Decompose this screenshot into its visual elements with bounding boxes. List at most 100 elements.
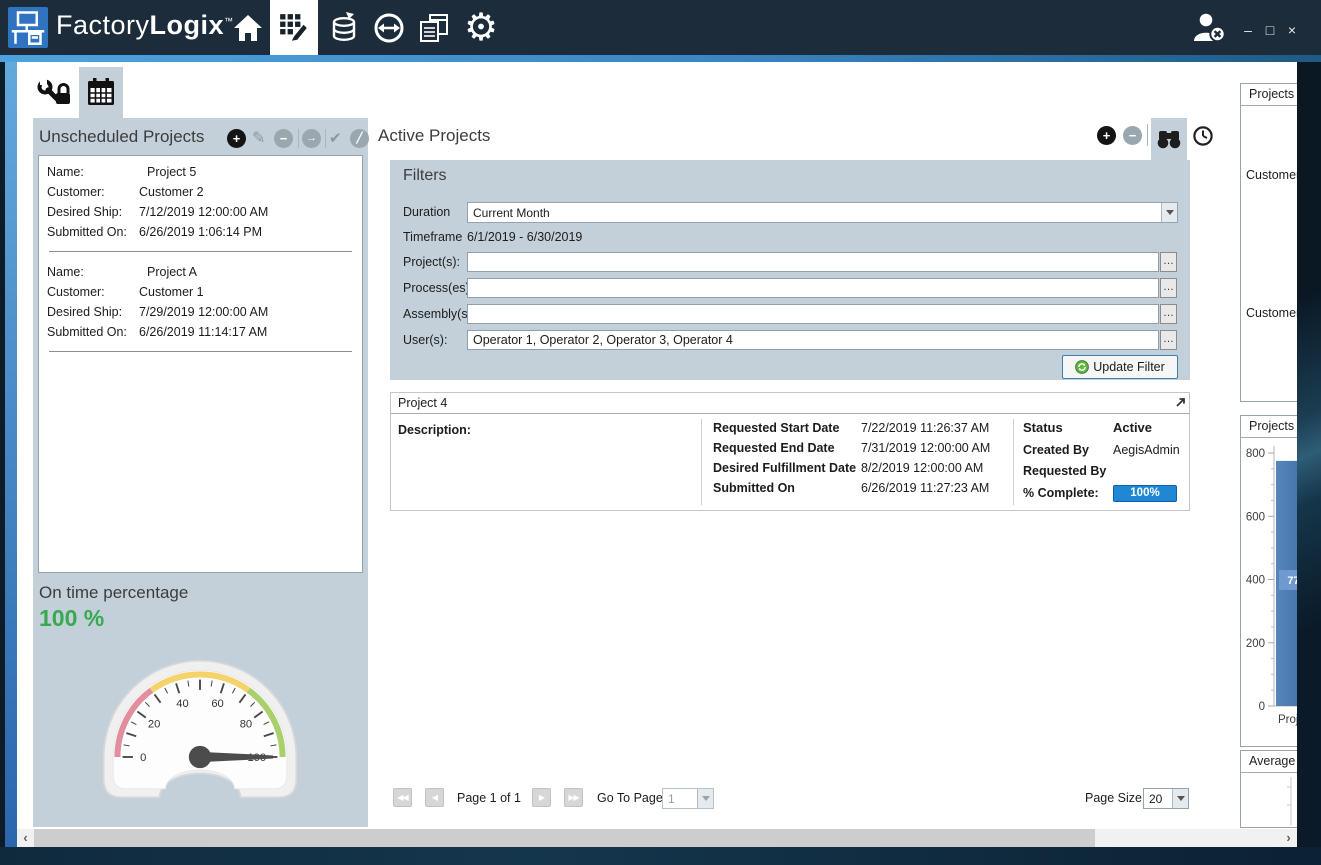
history-button[interactable] <box>1192 125 1214 147</box>
ellipsis-icon: … <box>1163 307 1174 319</box>
unscheduled-projects-title: Unscheduled Projects <box>39 127 204 147</box>
previous-page-button[interactable]: ◀ <box>425 788 444 807</box>
database-icon <box>328 11 360 45</box>
planning-grid-pencil-icon <box>278 12 310 44</box>
users-filter-label: User(s): <box>403 333 447 347</box>
users-filter-input[interactable]: Operator 1, Operator 2, Operator 3, Oper… <box>467 330 1159 350</box>
arrow-right-icon: → <box>306 133 317 144</box>
ontime-title: On time percentage <box>39 583 188 603</box>
project-list-item[interactable]: Name:Project 5 Customer:Customer 2 Desir… <box>39 156 362 256</box>
expand-button[interactable] <box>1174 396 1187 412</box>
projects-filter-input[interactable] <box>467 252 1159 272</box>
binoculars-icon <box>1156 129 1182 149</box>
nav-documents-button[interactable] <box>412 0 456 55</box>
ontime-gauge-svg: 020406080100 <box>71 628 329 828</box>
status-badge: Active <box>1113 420 1152 435</box>
close-button[interactable]: × <box>1284 22 1300 38</box>
page-size-label: Page Size <box>1085 791 1142 805</box>
scroll-left-button[interactable]: ‹ <box>17 829 34 847</box>
title-bar: FactoryLogix™ <box>0 0 1321 55</box>
nav-npi-button[interactable] <box>368 0 410 55</box>
add-project-button[interactable]: + <box>227 129 246 148</box>
ellipsis-icon: … <box>1163 333 1174 345</box>
users-browse-button[interactable]: … <box>1160 330 1177 350</box>
requested-by-label: Requested By <box>1023 464 1113 478</box>
assemblies-browse-button[interactable]: … <box>1160 304 1177 324</box>
add-active-project-button[interactable]: + <box>1097 126 1116 145</box>
wrench-lock-icon <box>37 78 71 112</box>
field-label: Desired Fulfillment Date <box>713 461 861 475</box>
dropdown-button[interactable] <box>697 789 713 808</box>
project-submitted-on: 6/26/2019 1:06:14 PM <box>139 225 262 239</box>
projects-browse-button[interactable]: … <box>1160 252 1177 272</box>
accept-project-button[interactable]: ✔ <box>329 131 342 146</box>
nav-home-button[interactable] <box>228 0 268 55</box>
field-row: Submitted On6/26/2019 11:27:23 AM <box>713 481 989 495</box>
divider <box>49 351 352 352</box>
project-name: Project 5 <box>139 165 196 179</box>
nav-settings-button[interactable]: ⚙ <box>458 0 504 55</box>
ellipsis-icon: … <box>1163 255 1174 267</box>
goto-page-select[interactable]: 1 <box>662 788 714 809</box>
clock-icon <box>1192 125 1214 147</box>
legend-item: Customer 1 <box>1246 306 1297 320</box>
field-label: Submitted On: <box>47 325 139 339</box>
update-filter-button[interactable]: Update Filter <box>1062 355 1178 379</box>
scroll-right-button[interactable]: › <box>1280 829 1297 847</box>
dropdown-button[interactable] <box>1161 203 1177 222</box>
processes-filter-input[interactable] <box>467 278 1159 298</box>
expand-icon <box>1174 396 1187 409</box>
svg-text:Proj: Proj <box>1278 714 1297 726</box>
filters-title: Filters <box>403 167 447 185</box>
created-by-row: Created ByAegisAdmin <box>1023 443 1180 457</box>
goto-page-label: Go To Page <box>597 791 663 805</box>
legend-item: Customer 2 <box>1246 168 1297 182</box>
project-card-title: Project 4 <box>398 396 447 410</box>
remaining-chart-svg: 020040060080077Proj <box>1241 438 1297 746</box>
active-projects-title: Active Projects <box>378 126 490 146</box>
tab-scheduling[interactable] <box>79 67 123 118</box>
find-tab-button[interactable] <box>1151 118 1187 160</box>
home-icon <box>232 13 264 43</box>
next-page-button[interactable]: ▶ <box>532 788 551 807</box>
average-time-title: Average T <box>1241 751 1297 773</box>
processes-browse-button[interactable]: … <box>1160 278 1177 298</box>
created-by-value: AegisAdmin <box>1113 443 1180 457</box>
duration-select[interactable]: Current Month <box>467 202 1178 223</box>
project-name: Project A <box>139 265 197 279</box>
last-page-icon: ▶▶ <box>568 793 578 802</box>
project-desired-ship: 7/29/2019 12:00:00 AM <box>139 305 268 319</box>
last-page-button[interactable]: ▶▶ <box>564 788 583 807</box>
field-value: 7/22/2019 11:26:37 AM <box>861 421 989 435</box>
ontime-gauge: 020406080100 <box>71 628 329 828</box>
field-label: Desired Ship: <box>47 305 139 319</box>
remove-project-button[interactable]: − <box>274 129 293 148</box>
scrollbar-thumb[interactable] <box>34 829 1095 847</box>
tab-tools[interactable] <box>33 72 75 118</box>
nav-planning-button[interactable] <box>270 0 318 55</box>
project-list-item[interactable]: Name:Project A Customer:Customer 1 Desir… <box>39 256 362 356</box>
minimize-button[interactable]: – <box>1240 22 1256 38</box>
cancel-project-button[interactable]: ╱ <box>350 129 369 148</box>
horizontal-scrollbar[interactable]: ‹ › <box>17 829 1297 847</box>
svg-text:60: 60 <box>211 698 223 710</box>
projects-by-customer-panel: Projects B Customer 2 Customer 1 <box>1240 83 1297 402</box>
window-frame-bottom <box>0 847 1321 865</box>
edit-project-button[interactable]: ✎ <box>252 131 265 147</box>
chevron-left-icon: ‹ <box>23 830 27 845</box>
page-size-select[interactable]: 20 <box>1143 788 1189 809</box>
assemblies-filter-input[interactable] <box>467 304 1159 324</box>
filters-panel: Filters Duration Current Month Timeframe… <box>390 160 1190 380</box>
nav-production-button[interactable] <box>322 0 366 55</box>
field-label: Customer: <box>47 285 139 299</box>
first-page-button[interactable]: ◀◀ <box>393 788 412 807</box>
move-project-button[interactable]: → <box>302 129 321 148</box>
divider <box>49 251 352 252</box>
remove-active-project-button[interactable]: − <box>1123 126 1142 145</box>
user-session-button[interactable] <box>1188 0 1232 55</box>
goto-page-value: 1 <box>663 792 697 806</box>
dropdown-button[interactable] <box>1172 789 1188 808</box>
maximize-button[interactable]: □ <box>1262 22 1278 38</box>
users-filter-value: Operator 1, Operator 2, Operator 3, Oper… <box>473 333 733 347</box>
page-size-value: 20 <box>1144 792 1172 806</box>
